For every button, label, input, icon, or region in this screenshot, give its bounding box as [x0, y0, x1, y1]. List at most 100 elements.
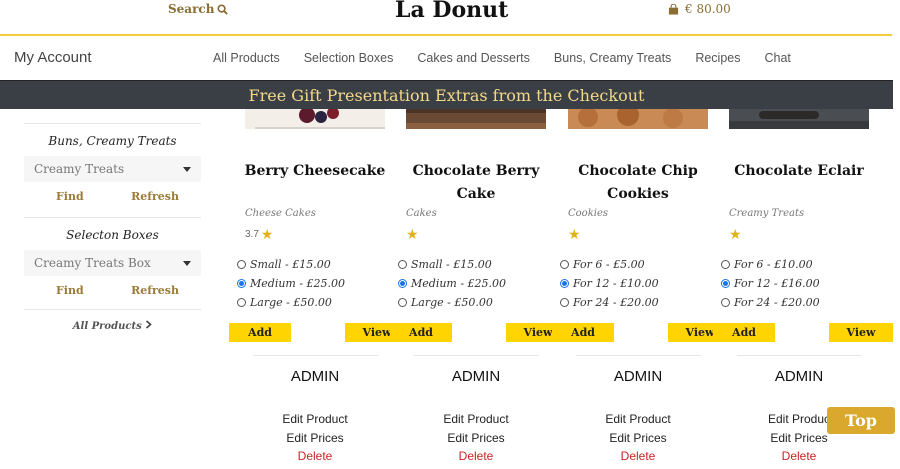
nav-item-all-products[interactable]: All Products: [213, 51, 280, 65]
option-label: Medium - £25.00: [250, 277, 346, 290]
radio-button[interactable]: [560, 298, 569, 307]
cart-link[interactable]: € 80.00: [668, 2, 731, 16]
option-label: For 6 - £5.00: [573, 258, 645, 271]
search-link[interactable]: Search: [168, 2, 229, 16]
my-account-link[interactable]: My Account: [14, 49, 92, 66]
size-option[interactable]: Small - £15.00: [237, 255, 345, 274]
edit-product-link[interactable]: Edit Product: [406, 412, 546, 426]
all-products-link[interactable]: All Products: [24, 309, 201, 332]
product-rating: 3.7 ★: [245, 227, 273, 241]
all-products-label: All Products: [72, 321, 142, 332]
radio-button[interactable]: [237, 279, 246, 288]
radio-button[interactable]: [721, 279, 730, 288]
option-label: For 6 - £10.00: [734, 258, 813, 271]
promo-banner: Free Gift Presentation Extras from the C…: [0, 80, 893, 109]
divider: [253, 355, 378, 356]
category-select-value: Creamy Treats: [34, 162, 125, 176]
radio-button[interactable]: [398, 260, 407, 269]
edit-prices-link[interactable]: Edit Prices: [406, 431, 546, 445]
product-category: Cookies: [568, 208, 608, 219]
option-label: Large - £50.00: [411, 296, 493, 309]
view-button[interactable]: View: [829, 323, 893, 342]
filter-actions: Find Refresh: [24, 182, 201, 203]
rating-value: 3.7: [245, 228, 259, 240]
nav-items: All Products Selection Boxes Cakes and D…: [213, 51, 791, 65]
quantity-option[interactable]: For 12 - £10.00: [560, 274, 659, 293]
delete-link[interactable]: Delete: [245, 449, 385, 463]
radio-button[interactable]: [560, 279, 569, 288]
delete-link[interactable]: Delete: [406, 449, 546, 463]
main-nav: My Account All Products Selection Boxes …: [0, 36, 900, 80]
quantity-option[interactable]: For 6 - £10.00: [721, 255, 820, 274]
brand-logo[interactable]: La Donut: [395, 0, 508, 23]
category-select[interactable]: Creamy Treats: [24, 156, 201, 182]
quantity-option[interactable]: For 24 - £20.00: [721, 293, 820, 312]
product-buttons: Add View: [229, 323, 409, 342]
size-option[interactable]: Small - £15.00: [398, 255, 506, 274]
add-button[interactable]: Add: [713, 323, 775, 342]
radio-button[interactable]: [721, 298, 730, 307]
search-label: Search: [168, 2, 215, 16]
nav-item-cakes-and-desserts[interactable]: Cakes and Desserts: [417, 51, 530, 65]
radio-button[interactable]: [237, 298, 246, 307]
quantity-option[interactable]: For 6 - £5.00: [560, 255, 659, 274]
product-image[interactable]: [406, 109, 546, 135]
edit-prices-link[interactable]: Edit Prices: [245, 431, 385, 445]
size-option[interactable]: Large - £50.00: [398, 293, 506, 312]
nav-item-recipes[interactable]: Recipes: [695, 51, 740, 65]
option-label: Medium - £25.00: [411, 277, 507, 290]
admin-heading: ADMIN: [613, 368, 663, 385]
star-icon: ★: [406, 226, 419, 242]
promo-banner-text: Free Gift Presentation Extras from the C…: [248, 85, 645, 105]
radio-button[interactable]: [237, 260, 246, 269]
size-option[interactable]: Medium - £25.00: [398, 274, 506, 293]
nav-item-chat[interactable]: Chat: [764, 51, 790, 65]
add-button[interactable]: Add: [552, 323, 614, 342]
product-image[interactable]: [729, 109, 869, 135]
quantity-option[interactable]: For 24 - £20.00: [560, 293, 659, 312]
product-image[interactable]: [568, 109, 708, 135]
size-option[interactable]: Medium - £25.00: [237, 274, 345, 293]
product-name[interactable]: Chocolate Berry Cake: [396, 160, 556, 206]
quantity-option[interactable]: For 12 - £16.00: [721, 274, 820, 293]
nav-item-buns-creamy-treats[interactable]: Buns, Creamy Treats: [554, 51, 671, 65]
edit-product-link[interactable]: Edit Product: [245, 412, 385, 426]
size-options: Small - £15.00 Medium - £25.00 Large - £…: [398, 255, 506, 312]
delete-link[interactable]: Delete: [568, 449, 708, 463]
divider: [737, 355, 862, 356]
edit-prices-link[interactable]: Edit Prices: [568, 431, 708, 445]
refresh-button[interactable]: Refresh: [131, 284, 179, 297]
nav-item-selection-boxes[interactable]: Selection Boxes: [304, 51, 394, 65]
product-name[interactable]: Chocolate Eclair: [719, 160, 879, 183]
edit-product-link[interactable]: Edit Product: [568, 412, 708, 426]
radio-button[interactable]: [398, 279, 407, 288]
size-options: Small - £15.00 Medium - £25.00 Large - £…: [237, 255, 345, 312]
radio-button[interactable]: [560, 260, 569, 269]
size-option[interactable]: Large - £50.00: [237, 293, 345, 312]
product-buttons: Add View: [390, 323, 570, 342]
find-button[interactable]: Find: [56, 190, 84, 203]
back-to-top-button[interactable]: Top: [827, 407, 895, 434]
filter-title: Buns, Creamy Treats: [48, 134, 177, 148]
cart-total: € 80.00: [685, 2, 731, 16]
admin-heading: ADMIN: [451, 368, 501, 385]
quantity-options: For 6 - £5.00 For 12 - £10.00 For 24 - £…: [560, 255, 659, 312]
refresh-button[interactable]: Refresh: [131, 190, 179, 203]
sidebar-filters: Buns, Creamy Treats Creamy Treats Find R…: [24, 109, 201, 332]
delete-link[interactable]: Delete: [729, 449, 869, 463]
find-button[interactable]: Find: [56, 284, 84, 297]
product-name[interactable]: Chocolate Chip Cookies: [558, 160, 718, 206]
top-bar: Search La Donut € 80.00: [0, 0, 900, 34]
option-label: For 12 - £16.00: [734, 277, 820, 290]
product-name[interactable]: Berry Cheesecake: [235, 160, 395, 183]
star-icon: ★: [260, 226, 274, 242]
add-button[interactable]: Add: [390, 323, 452, 342]
option-label: For 24 - £20.00: [573, 296, 659, 309]
product-image[interactable]: [245, 109, 385, 135]
box-select[interactable]: Creamy Treats Box: [24, 250, 201, 276]
quantity-options: For 6 - £10.00 For 12 - £16.00 For 24 - …: [721, 255, 820, 312]
divider: [576, 355, 701, 356]
radio-button[interactable]: [721, 260, 730, 269]
add-button[interactable]: Add: [229, 323, 291, 342]
radio-button[interactable]: [398, 298, 407, 307]
